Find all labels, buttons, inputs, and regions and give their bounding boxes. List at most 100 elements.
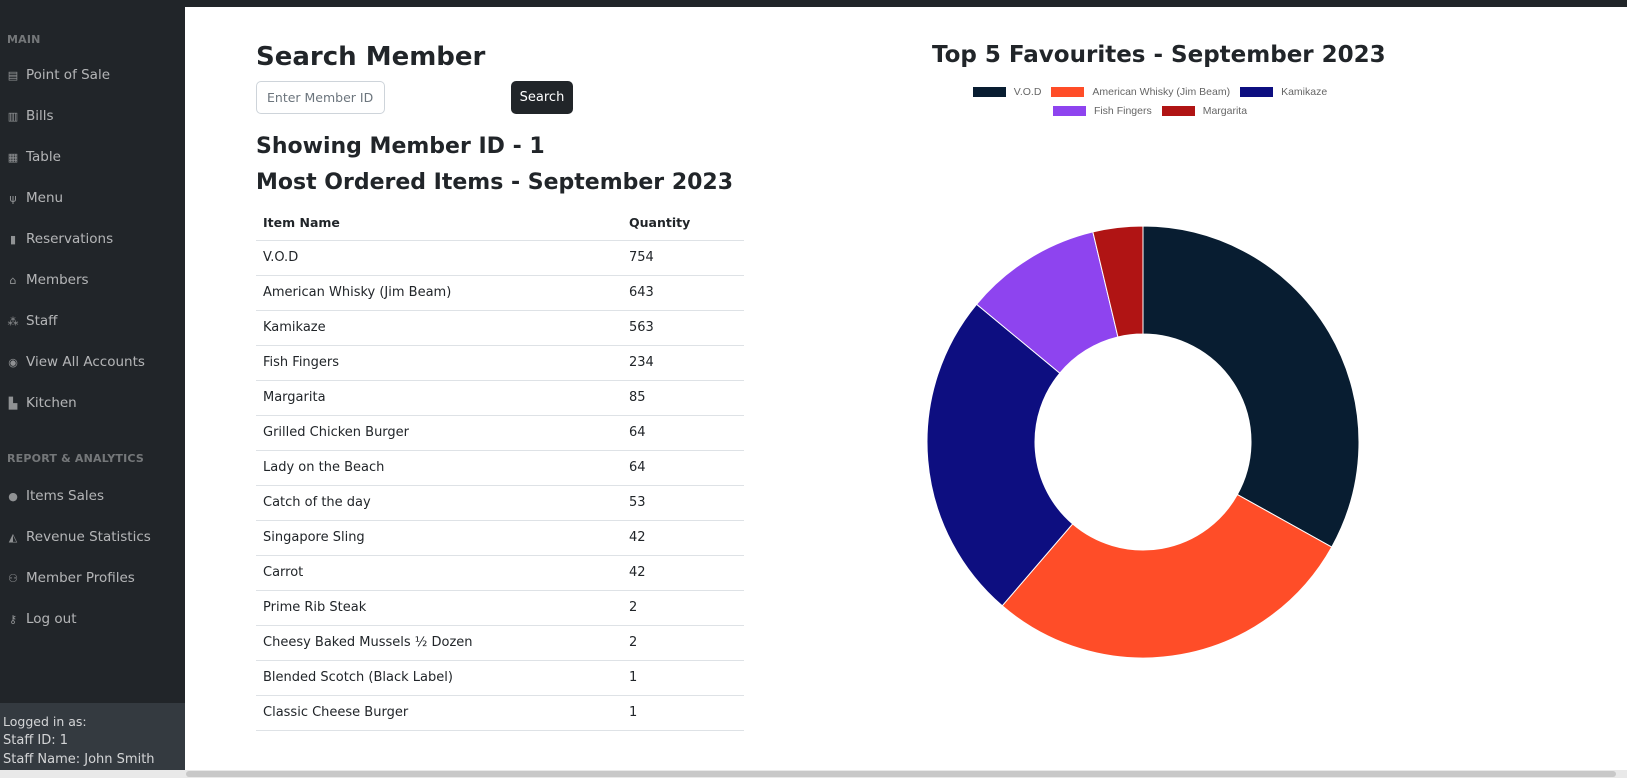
table-body: V.O.D 754 American Whisky (Jim Beam) 643 Kam… — [256, 240, 744, 731]
sidebar-item-label: Items Sales — [26, 488, 104, 504]
sidebar-item-label: Staff — [26, 313, 58, 329]
table-row: Margarita 85 — [256, 380, 744, 416]
donut-chart — [926, 225, 1360, 659]
column-header-quantity: Quantity — [622, 206, 744, 241]
quantity-cell: 234 — [622, 345, 744, 381]
legend-swatch — [1161, 105, 1195, 116]
sidebar-item-revenue-statistics[interactable]: ◭ Revenue Statistics — [6, 524, 151, 550]
sidebar-heading-report: REPORT & ANALYTICS — [7, 452, 145, 465]
sidebar-item-member-profiles[interactable]: ⚇ Member Profiles — [6, 565, 135, 591]
sidebar-item-label: Point of Sale — [26, 67, 111, 83]
table-row: Singapore Sling 42 — [256, 520, 744, 556]
most-ordered-heading: Most Ordered Items - September 2023 — [256, 170, 734, 195]
table-row: Kamikaze 563 — [256, 310, 744, 346]
sidebar-item-menu[interactable]: ψ Menu — [6, 185, 63, 211]
top-bar — [0, 0, 1627, 7]
sidebar-item-staff[interactable]: ⁂ Staff — [6, 308, 58, 334]
item-name-cell: Grilled Chicken Burger — [256, 415, 622, 451]
home-icon: ⌂ — [9, 273, 17, 287]
item-name-cell: V.O.D — [256, 240, 622, 276]
item-name-cell: Catch of the day — [256, 485, 622, 521]
legend-swatch — [1051, 86, 1085, 97]
legend-row: V.O.D American Whisky (Jim Beam) Kamikaz… — [940, 82, 1360, 101]
sidebar-item-log-out[interactable]: ⚷ Log out — [6, 606, 77, 632]
item-name-cell: Prime Rib Steak — [256, 590, 622, 626]
users-icon: ⚇ — [8, 571, 18, 585]
donut-slice-v-o-d[interactable] — [1142, 225, 1360, 548]
table-icon: ▦ — [7, 150, 19, 164]
table-row: Fish Fingers 234 — [256, 345, 744, 381]
quantity-cell: 42 — [622, 520, 744, 556]
horizontal-scrollbar[interactable] — [0, 770, 1627, 778]
sidebar-heading-main: MAIN — [7, 33, 41, 46]
table-row: Carrot 42 — [256, 555, 744, 591]
sidebar-footer: Logged in as: Staff ID: 1 Staff Name: Jo… — [0, 703, 185, 778]
table-row: Cheesy Baked Mussels ½ Dozen 2 — [256, 625, 744, 661]
table-row: Classic Cheese Burger 1 — [256, 695, 744, 731]
sidebar-item-point-of-sale[interactable]: ▤ Point of Sale — [6, 62, 110, 88]
legend-item[interactable]: Fish Fingers — [1052, 104, 1152, 117]
quantity-cell: 563 — [622, 310, 744, 346]
receipt-icon: ▥ — [7, 109, 19, 123]
sidebar-item-items-sales[interactable]: ● Items Sales — [6, 483, 104, 509]
table-row: American Whisky (Jim Beam) 643 — [256, 275, 744, 311]
legend-label: Fish Fingers — [1093, 104, 1152, 117]
table-row: V.O.D 754 — [256, 240, 744, 276]
legend-label: V.O.D — [1013, 85, 1042, 98]
quantity-cell: 643 — [622, 275, 744, 311]
scrollbar-thumb[interactable] — [186, 771, 1616, 777]
quantity-cell: 42 — [622, 555, 744, 591]
item-name-cell: Margarita — [256, 380, 622, 416]
sidebar: MAIN ▤ Point of Sale ▥ Bills ▦ Table ψ M… — [0, 0, 185, 778]
cash-register-icon: ▤ — [7, 68, 19, 82]
sidebar-item-members[interactable]: ⌂ Members — [6, 267, 89, 293]
chart-title: Top 5 Favourites - September 2023 — [932, 42, 1386, 68]
table-row: Grilled Chicken Burger 64 — [256, 415, 744, 451]
sidebar-item-view-all-accounts[interactable]: ◉ View All Accounts — [6, 349, 145, 375]
sidebar-item-reservations[interactable]: ▮ Reservations — [6, 226, 113, 252]
quantity-cell: 1 — [622, 695, 744, 731]
staff-id: Staff ID: 1 — [3, 733, 69, 748]
legend-item[interactable]: American Whisky (Jim Beam) — [1051, 86, 1230, 98]
sidebar-item-kitchen[interactable]: ▙ Kitchen — [6, 390, 77, 416]
item-name-cell: Carrot — [256, 555, 622, 591]
item-name-cell: Fish Fingers — [256, 345, 622, 381]
utensils-icon: ψ — [9, 191, 17, 205]
sidebar-item-label: Bills — [26, 108, 54, 124]
item-name-cell: Kamikaze — [256, 310, 622, 346]
legend-item[interactable]: V.O.D — [972, 85, 1042, 98]
quantity-cell: 1 — [622, 660, 744, 696]
member-id-input[interactable] — [256, 81, 385, 114]
legend-swatch — [1052, 105, 1086, 116]
search-button[interactable]: Search — [511, 81, 573, 114]
column-header-item-name: Item Name — [256, 206, 622, 241]
showing-member-heading: Showing Member ID - 1 — [256, 134, 545, 159]
book-icon: ▮ — [9, 232, 17, 246]
sidebar-item-bills[interactable]: ▥ Bills — [6, 103, 54, 129]
sidebar-item-label: Reservations — [26, 231, 114, 247]
key-icon: ⚷ — [8, 612, 18, 626]
page-title: Search Member — [256, 42, 486, 72]
legend-swatch — [972, 86, 1006, 97]
people-icon: ⁂ — [7, 314, 19, 328]
chart-legend: V.O.D American Whisky (Jim Beam) Kamikaz… — [940, 82, 1360, 120]
item-name-cell: Cheesy Baked Mussels ½ Dozen — [256, 625, 622, 661]
sidebar-item-label: Member Profiles — [26, 570, 135, 586]
table-row: Lady on the Beach 64 — [256, 450, 744, 486]
legend-item[interactable]: Kamikaze — [1240, 86, 1327, 98]
item-name-cell: Lady on the Beach — [256, 450, 622, 486]
eye-icon: ◉ — [8, 355, 18, 369]
legend-row: Fish Fingers Margarita — [940, 101, 1360, 120]
building-icon: ▙ — [8, 396, 18, 410]
quantity-cell: 754 — [622, 240, 744, 276]
sidebar-item-label: Menu — [26, 190, 64, 206]
sidebar-item-label: Members — [26, 272, 89, 288]
quantity-cell: 2 — [622, 625, 744, 661]
sidebar-item-label: Kitchen — [26, 395, 77, 411]
legend-item[interactable]: Margarita — [1161, 105, 1247, 117]
logged-in-as-label: Logged in as: — [3, 714, 87, 729]
table-row: Blended Scotch (Black Label) 1 — [256, 660, 744, 696]
sidebar-item-table[interactable]: ▦ Table — [6, 144, 61, 170]
legend-label: American Whisky (Jim Beam) — [1092, 85, 1231, 98]
quantity-cell: 2 — [622, 590, 744, 626]
